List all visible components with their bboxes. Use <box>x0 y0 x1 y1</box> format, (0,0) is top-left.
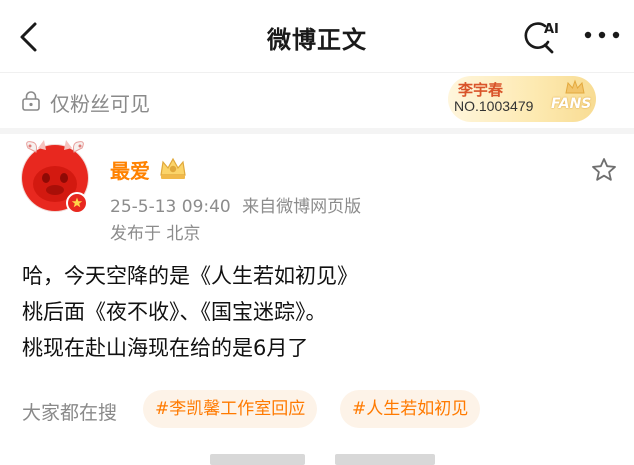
verified-badge-icon <box>66 192 88 214</box>
visibility-label: 仅粉丝可见 <box>50 92 150 116</box>
fans-badge-word: FANS <box>551 96 592 112</box>
post-date: 25-5-13 09:40 <box>110 197 231 217</box>
trending-tag[interactable]: #李凯馨工作室回应 <box>143 390 318 428</box>
fans-badge-number: NO.1003479 <box>454 98 534 114</box>
section-divider <box>0 128 634 134</box>
vip-crown-icon <box>160 157 186 179</box>
post-source: 来自微博网页版 <box>242 197 362 217</box>
crown-icon <box>565 79 585 94</box>
post-body: 哈，今天空降的是《人生若如初见》 桃后面《夜不收》、《国宝迷踪》。 桃现在赴山海… <box>22 258 622 366</box>
trending-tag[interactable]: #人生若如初见 <box>340 390 481 428</box>
cropped-bottom-text <box>210 454 440 465</box>
more-icon[interactable] <box>583 26 621 44</box>
top-navigation-bar: 微博正文 AI <box>0 0 634 72</box>
star-icon[interactable] <box>590 156 618 184</box>
trending-search-label: 大家都在搜 <box>22 402 118 424</box>
post-line: 桃后面《夜不收》、《国宝迷踪》。 <box>22 300 327 324</box>
post-line: 哈，今天空降的是《人生若如初见》 <box>22 264 358 288</box>
lock-eye-icon <box>22 91 40 111</box>
fans-badge[interactable]: 李宇春 NO.1003479 FANS <box>448 76 596 122</box>
post-line: 桃现在赴山海现在给的是6月了 <box>22 336 309 360</box>
svg-text:AI: AI <box>544 22 559 37</box>
ai-search-icon[interactable]: AI <box>521 16 563 56</box>
author-name[interactable]: 最爱 <box>110 155 150 184</box>
post-meta: 25-5-13 09:40 来自微博网页版 <box>110 192 367 217</box>
fans-badge-name: 李宇春 <box>458 81 504 99</box>
post-location: 发布于 北京 <box>110 224 201 244</box>
